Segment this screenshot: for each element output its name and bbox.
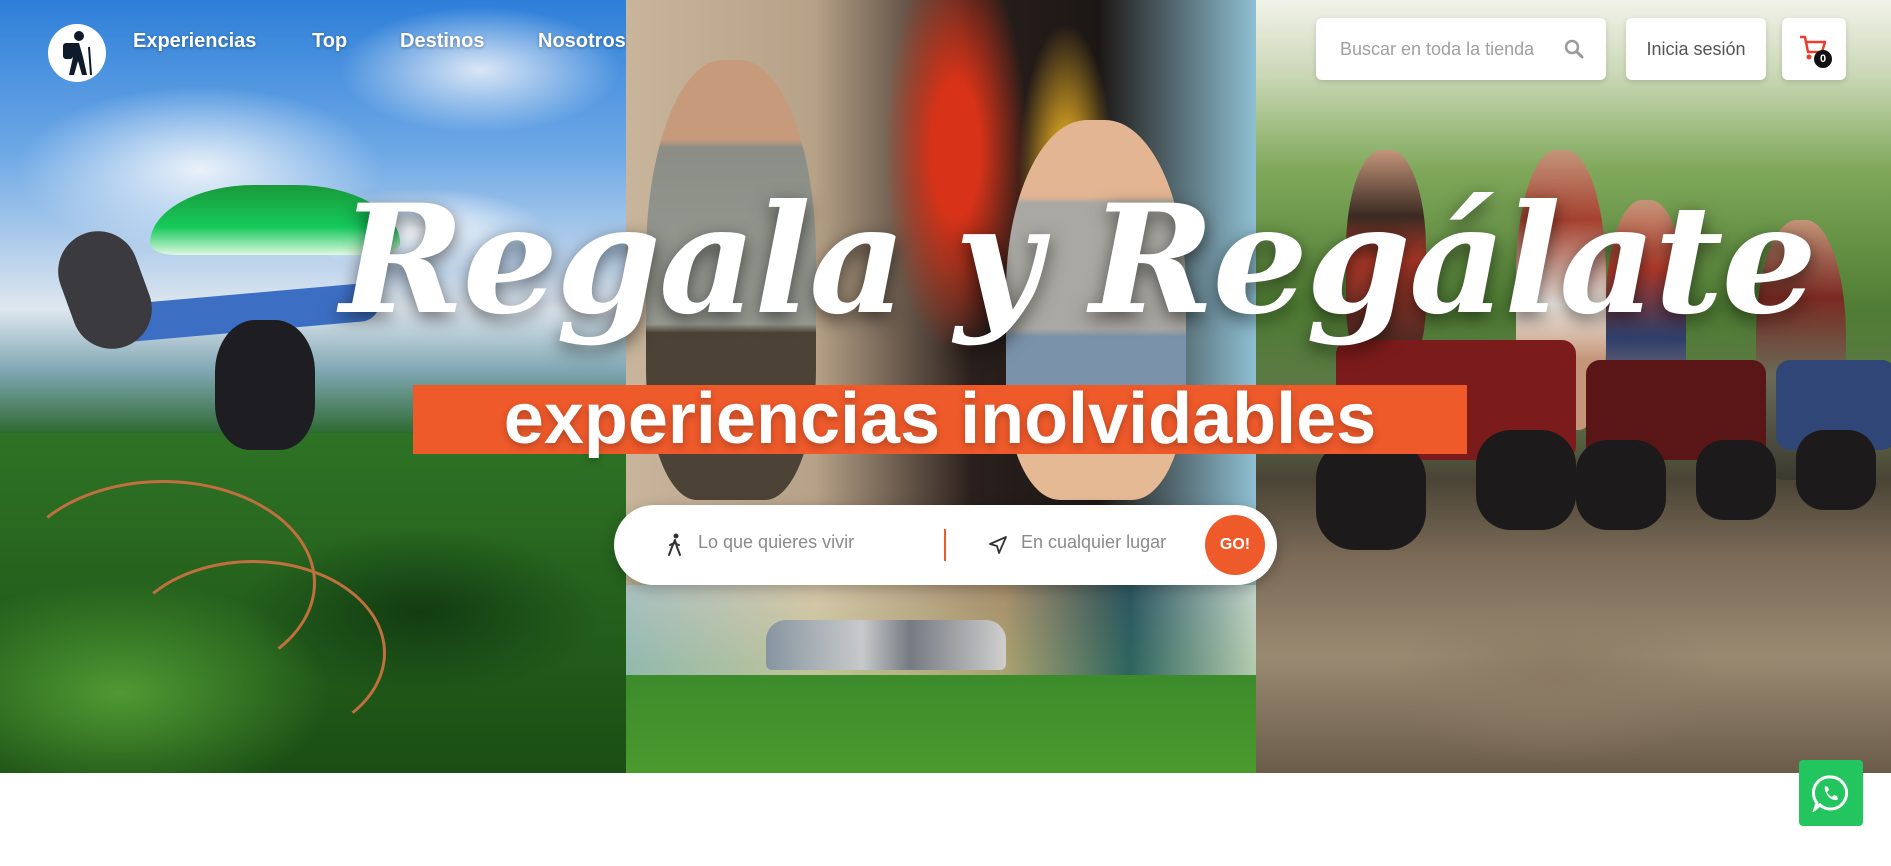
site-logo[interactable] <box>48 24 106 82</box>
go-button[interactable]: GO! <box>1205 515 1265 575</box>
login-button[interactable]: Inicia sesión <box>1626 18 1766 80</box>
paraglider-pilot <box>215 320 315 450</box>
atv-wheel <box>1476 430 1576 530</box>
nav-top[interactable]: Top <box>312 30 347 53</box>
hero-headline: Regala y Regálate <box>340 172 1817 348</box>
what-input[interactable] <box>696 531 920 554</box>
hero-subheadline: experiencias inolvidables <box>413 383 1467 455</box>
whatsapp-button[interactable] <box>1799 760 1863 826</box>
hiker-logo-icon <box>63 31 92 76</box>
store-search <box>1316 18 1606 80</box>
atv-wheel <box>1696 440 1776 520</box>
nav-destinos[interactable]: Destinos <box>400 30 484 53</box>
parked-cars <box>766 620 1006 670</box>
search-divider <box>944 529 946 561</box>
cart-button[interactable]: 0 <box>1782 18 1846 80</box>
search-icon[interactable] <box>1564 39 1584 59</box>
nav-nosotros[interactable]: Nosotros <box>538 30 626 53</box>
send-arrow-icon <box>989 536 1007 554</box>
valley-road <box>120 560 386 746</box>
nav-experiencias[interactable]: Experiencias <box>133 30 256 53</box>
cart-count-badge: 0 <box>1814 50 1832 68</box>
whatsapp-icon <box>1812 775 1849 812</box>
store-search-input[interactable] <box>1338 37 1562 61</box>
atv-wheel <box>1576 440 1666 530</box>
where-input[interactable] <box>1019 531 1203 554</box>
walking-person-icon <box>668 533 681 556</box>
atv-wheel <box>1796 430 1876 510</box>
experience-search-bar: GO! <box>614 505 1277 585</box>
hero-banner: Experiencias Top Destinos Nosotros Inici… <box>0 0 1891 773</box>
